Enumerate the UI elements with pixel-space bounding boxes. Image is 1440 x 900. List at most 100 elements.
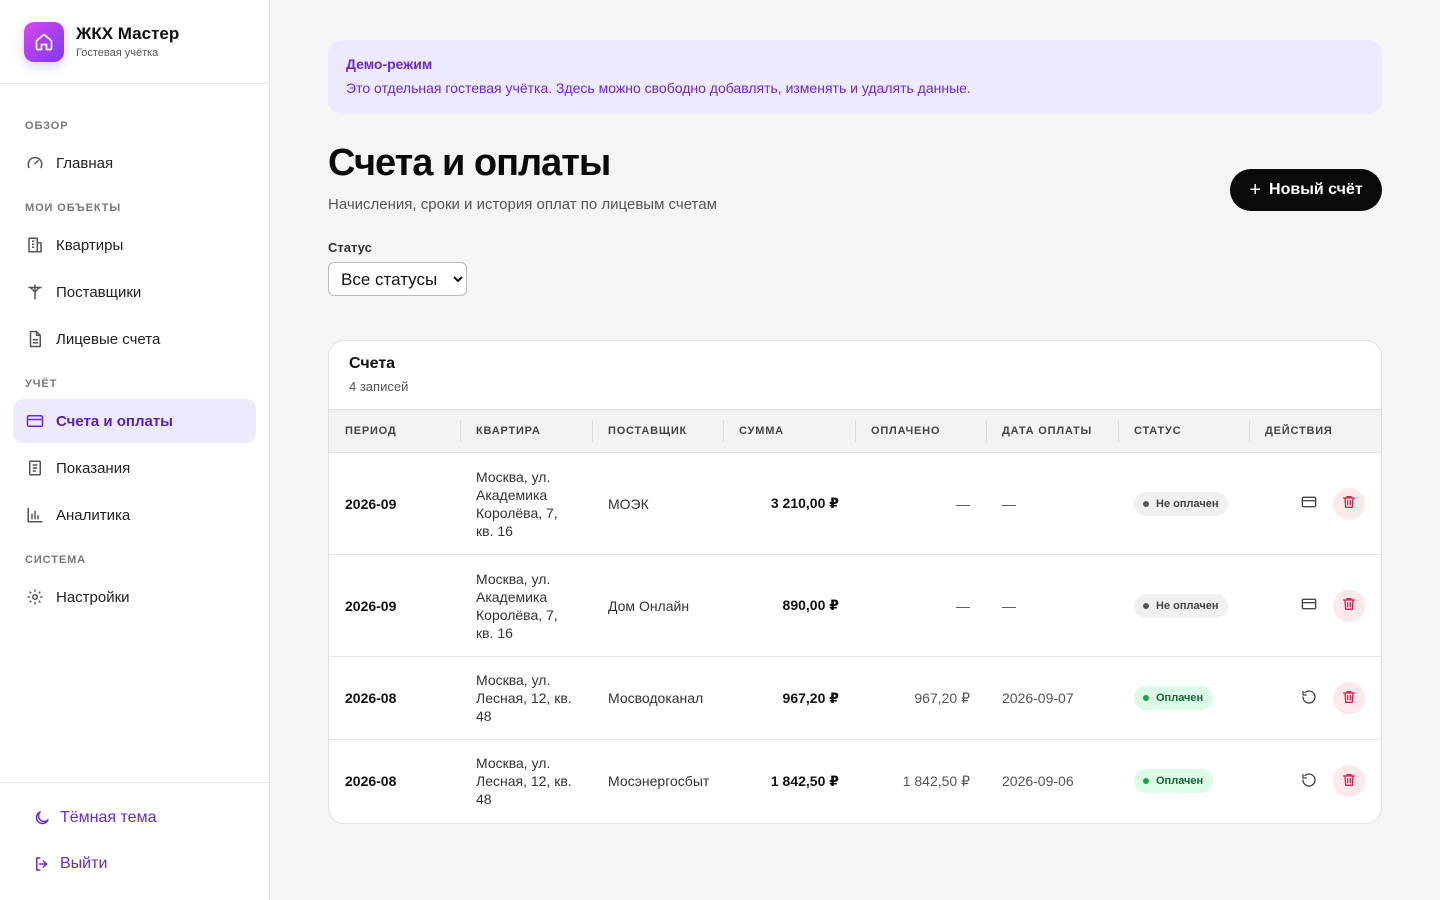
- sidebar: ЖКХ Мастер Гостевая учётка ОБЗОР Главная…: [0, 0, 270, 900]
- readings-icon: [25, 458, 45, 478]
- undo-payment-button[interactable]: [1293, 765, 1325, 797]
- status-badge: Не оплачен: [1134, 491, 1229, 516]
- cell-apartment: Москва, ул. Академика Королёва, 7, кв. 1…: [476, 468, 558, 539]
- bills-card: Счета 4 записей ПЕРИОД КВАРТИРА ПОСТАВЩИ…: [328, 340, 1382, 824]
- cell-amount: 890,00 ₽: [782, 597, 839, 613]
- column-header[interactable]: ПЕРИОД: [329, 410, 460, 453]
- sidebar-item-bills[interactable]: Счета и оплаты: [13, 399, 256, 443]
- sidebar-footer: Тёмная тема Выйти: [0, 782, 269, 900]
- table-row: 2026-09 Москва, ул. Академика Королёва, …: [329, 453, 1381, 555]
- sidebar-item-settings[interactable]: Настройки: [13, 575, 256, 619]
- cell-provider: МОЭК: [608, 495, 649, 512]
- demo-banner-text: Это отдельная гостевая учётка. Здесь мож…: [346, 80, 971, 96]
- cell-paid: —: [956, 495, 970, 512]
- utility-pole-icon: [25, 282, 45, 302]
- cell-provider: Дом Онлайн: [608, 597, 690, 614]
- table-row: 2026-08 Москва, ул. Лесная, 12, кв. 48 М…: [329, 740, 1381, 823]
- status-badge-label: Не оплачен: [1156, 497, 1219, 510]
- plus-icon: +: [1249, 179, 1262, 201]
- gear-icon: [25, 587, 45, 607]
- trash-icon: [1341, 494, 1357, 513]
- trash-icon: [1341, 596, 1357, 615]
- cell-provider: Мосводоканал: [608, 690, 704, 706]
- gauge-icon: [25, 153, 45, 173]
- status-badge-label: Оплачен: [1156, 692, 1204, 704]
- cell-provider: Мосэнергосбыт: [608, 773, 710, 790]
- sidebar-item-label: Аналитика: [56, 506, 131, 524]
- home-icon: [24, 21, 64, 62]
- bar-chart-icon: [25, 505, 45, 525]
- cell-period: 2026-08: [345, 690, 397, 706]
- bills-table: ПЕРИОД КВАРТИРА ПОСТАВЩИК СУММА ОПЛАЧЕНО…: [329, 409, 1381, 823]
- status-badge: Оплачен: [1134, 686, 1214, 710]
- sidebar-item-analytics[interactable]: Аналитика: [13, 493, 256, 537]
- undo-icon: [1301, 689, 1317, 708]
- delete-button[interactable]: [1333, 487, 1365, 520]
- column-header[interactable]: ОПЛАЧЕНО: [855, 410, 986, 453]
- status-dot: [1143, 602, 1149, 609]
- cell-period: 2026-09: [345, 597, 397, 614]
- dark-theme-label: Тёмная тема: [60, 809, 157, 826]
- nav-section-system: СИСТЕМА: [25, 554, 86, 566]
- new-bill-label: Новый счёт: [1269, 181, 1363, 198]
- cell-paid-date: —: [1002, 495, 1016, 512]
- status-badge-label: Оплачен: [1156, 775, 1204, 788]
- page-subtitle: Начисления, сроки и история оплат по лиц…: [328, 196, 717, 213]
- delete-button[interactable]: [1333, 589, 1365, 622]
- status-badge-label: Не оплачен: [1156, 599, 1219, 612]
- building-icon: [25, 235, 45, 255]
- new-bill-button[interactable]: + Новый счёт: [1230, 169, 1382, 211]
- column-header[interactable]: ПОСТАВЩИК: [592, 410, 723, 453]
- cell-period: 2026-08: [345, 773, 397, 790]
- status-dot: [1143, 778, 1149, 785]
- document-icon: [25, 329, 45, 349]
- page-header: Счета и оплаты Начисления, сроки и истор…: [328, 140, 1382, 220]
- cell-amount: 967,20 ₽: [782, 689, 839, 706]
- sidebar-item-providers[interactable]: Поставщики: [13, 270, 256, 314]
- status-filter: Статус Все статусы: [328, 240, 1382, 296]
- table-header-row: ПЕРИОД КВАРТИРА ПОСТАВЩИК СУММА ОПЛАЧЕНО…: [329, 409, 1381, 453]
- status-badge: Оплачен: [1134, 769, 1214, 794]
- delete-button[interactable]: [1333, 682, 1365, 714]
- nav-section-objects: МОИ ОБЪЕКТЫ: [25, 202, 122, 214]
- sidebar-item-accounts[interactable]: Лицевые счета: [13, 317, 256, 361]
- sidebar-item-label: Настройки: [56, 588, 130, 606]
- table-row: 2026-09 Москва, ул. Академика Королёва, …: [329, 555, 1381, 657]
- pay-button[interactable]: [1293, 590, 1325, 622]
- cell-apartment: Москва, ул. Лесная, 12, кв. 48: [476, 672, 572, 724]
- delete-button[interactable]: [1333, 765, 1365, 798]
- status-badge: Не оплачен: [1134, 593, 1229, 618]
- demo-banner: Демо-режим Это отдельная гостевая учётка…: [328, 40, 1382, 114]
- sidebar-item-label: Лицевые счета: [56, 330, 161, 348]
- nav-section-accounting: УЧЁТ: [25, 378, 58, 390]
- cell-period: 2026-09: [345, 495, 397, 512]
- table-row: 2026-08 Москва, ул. Лесная, 12, кв. 48 М…: [329, 657, 1381, 740]
- logout-icon: [32, 854, 52, 874]
- brand[interactable]: ЖКХ Мастер Гостевая учётка: [0, 0, 269, 84]
- column-header[interactable]: СУММА: [723, 410, 855, 453]
- undo-payment-button[interactable]: [1293, 682, 1325, 714]
- status-filter-label: Статус: [328, 240, 372, 255]
- sidebar-item-home[interactable]: Главная: [13, 141, 256, 185]
- bills-count: 4 записей: [349, 379, 409, 394]
- cell-amount: 1 842,50 ₽: [770, 772, 839, 789]
- logout-button[interactable]: Выйти: [20, 842, 249, 886]
- cell-paid-date: —: [1002, 597, 1016, 614]
- cell-apartment: Москва, ул. Лесная, 12, кв. 48: [476, 755, 572, 808]
- brand-title: ЖКХ Мастер: [76, 24, 180, 43]
- column-header[interactable]: ДАТА ОПЛАТЫ: [986, 410, 1118, 453]
- undo-icon: [1301, 772, 1317, 791]
- dark-theme-toggle[interactable]: Тёмная тема: [20, 796, 249, 840]
- credit-card-icon: [1301, 596, 1317, 615]
- status-select[interactable]: Все статусы: [328, 262, 467, 296]
- pay-button[interactable]: [1293, 488, 1325, 520]
- column-header[interactable]: СТАТУС: [1118, 410, 1249, 453]
- sidebar-item-readings[interactable]: Показания: [13, 446, 256, 490]
- bills-card-title: Счета: [349, 355, 396, 372]
- nav-section-overview: ОБЗОР: [25, 120, 69, 132]
- credit-card-icon: [25, 411, 45, 431]
- sidebar-item-apartments[interactable]: Квартиры: [13, 223, 256, 267]
- sidebar-item-label: Главная: [56, 154, 114, 172]
- column-header[interactable]: КВАРТИРА: [460, 410, 592, 453]
- credit-card-icon: [1301, 494, 1317, 513]
